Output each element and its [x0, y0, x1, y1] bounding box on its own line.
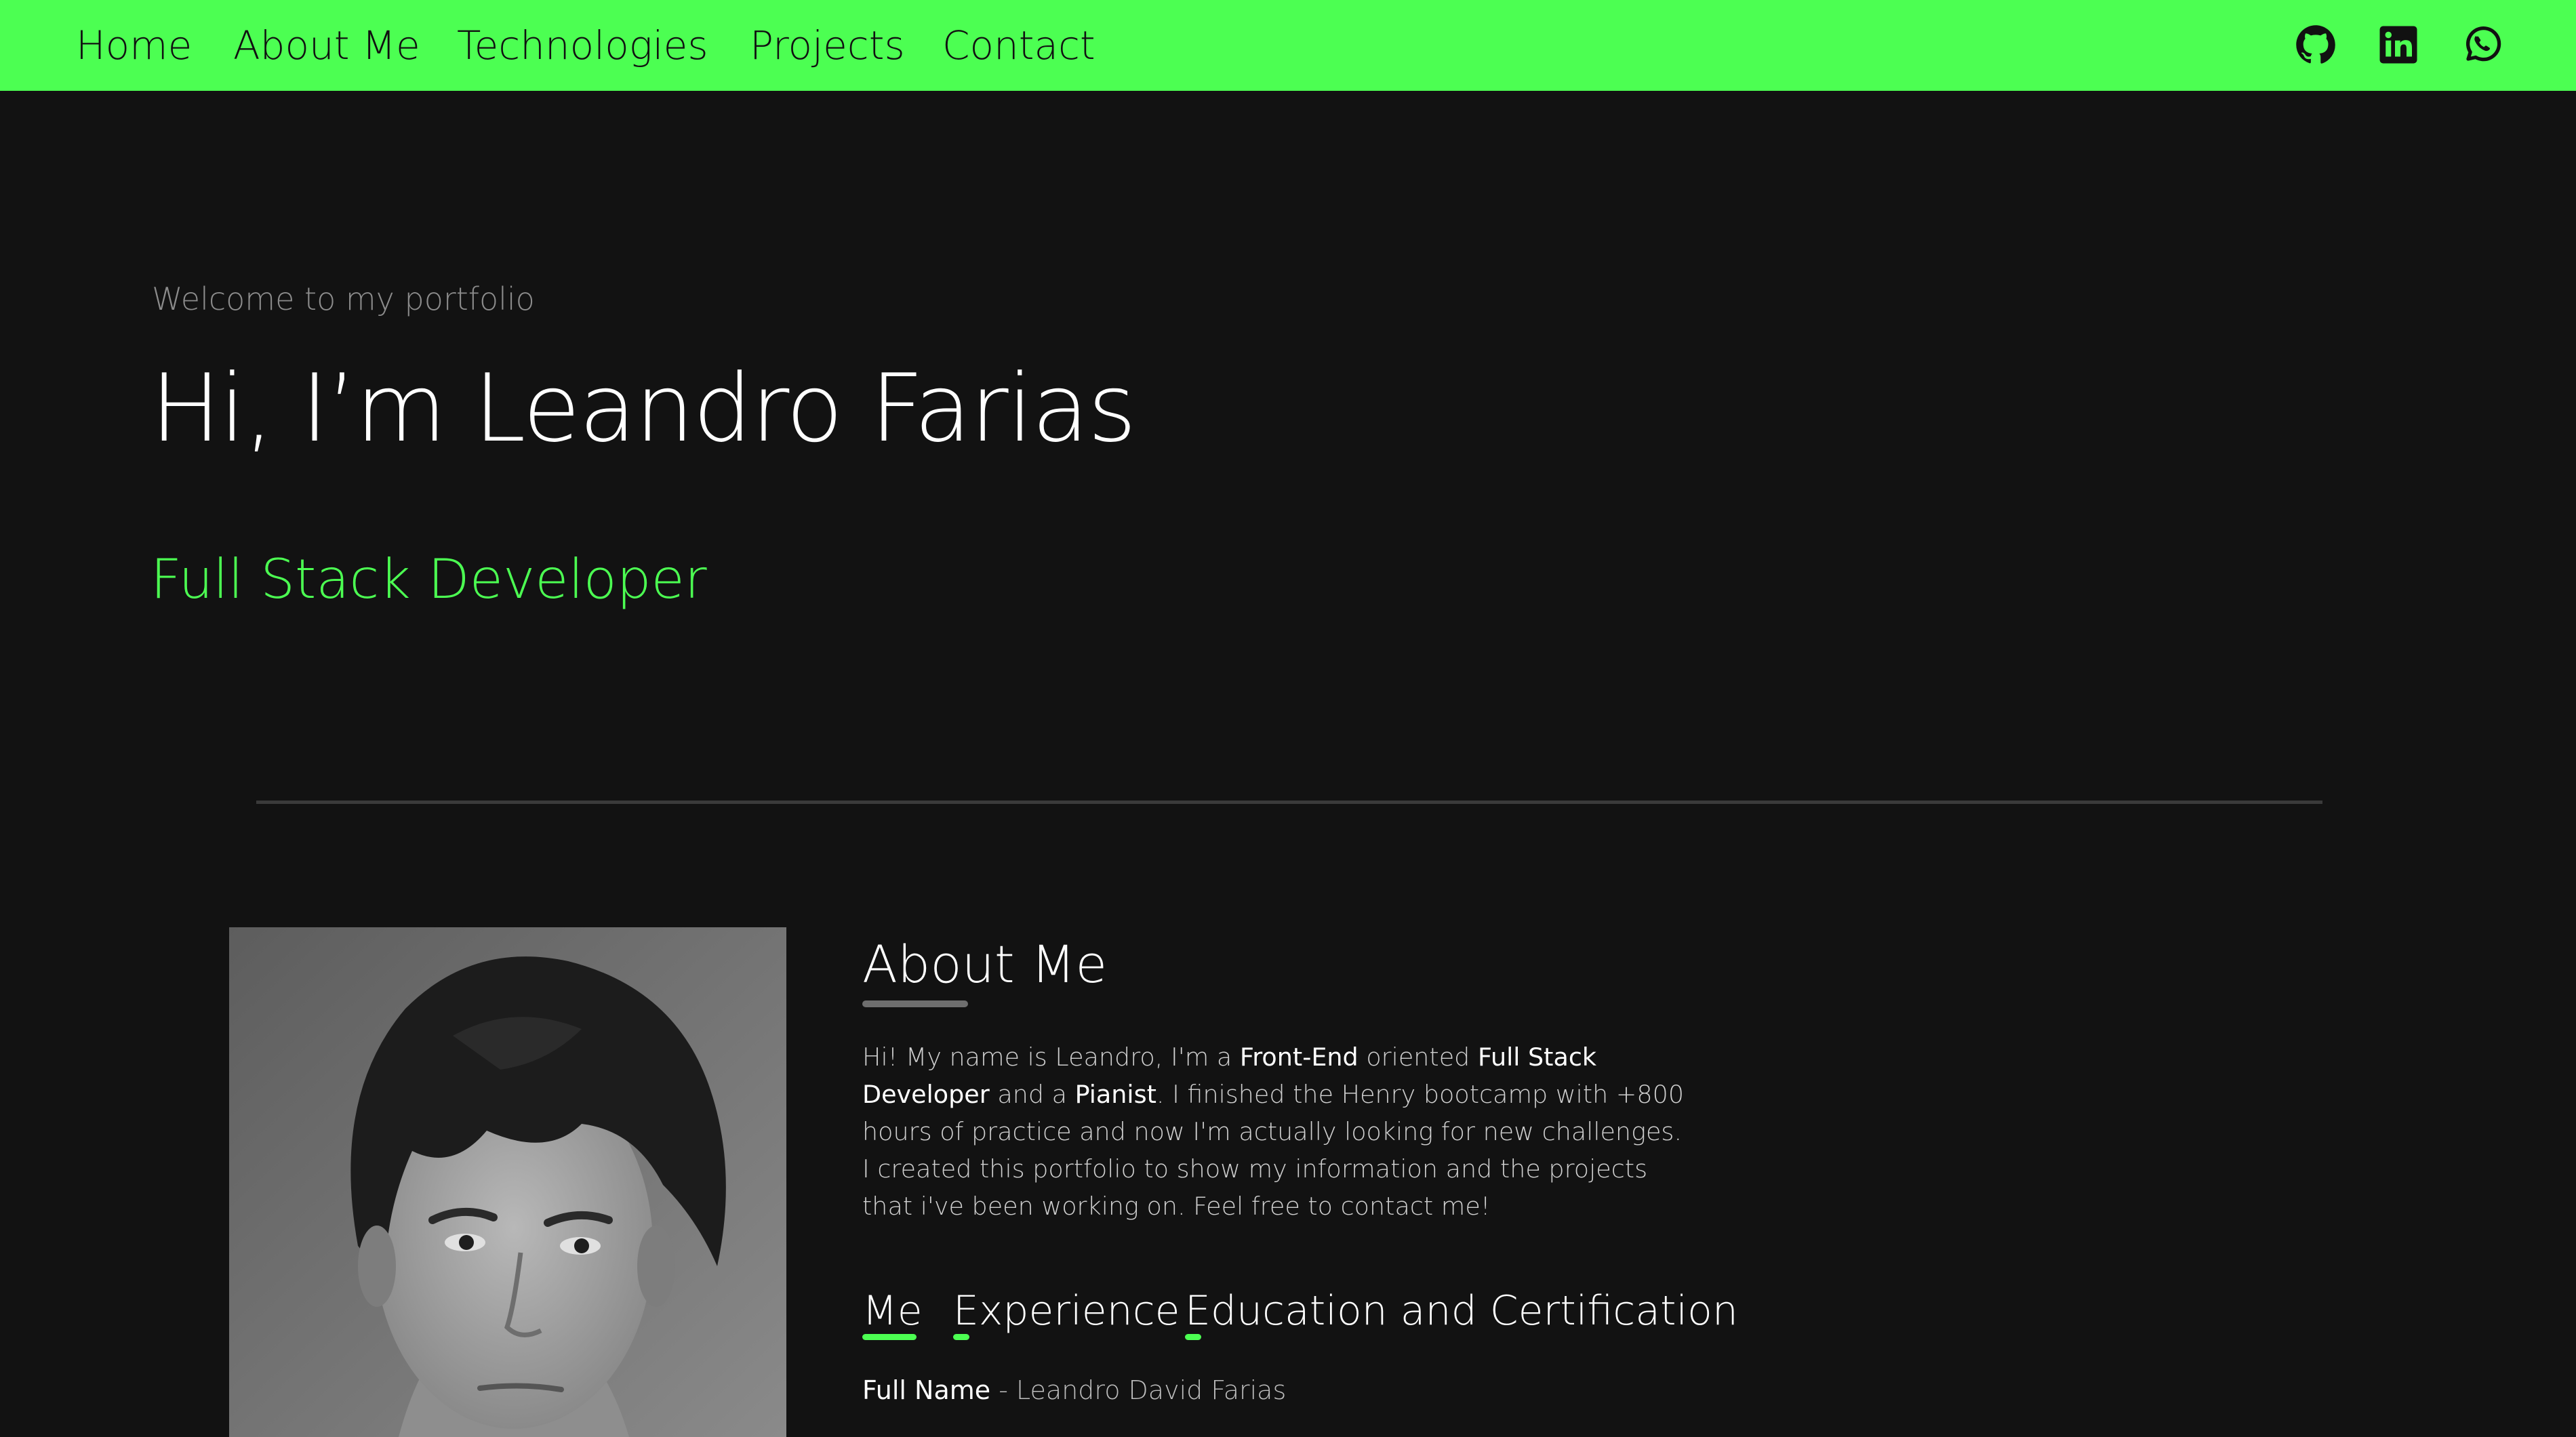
whatsapp-icon[interactable]	[2462, 24, 2503, 65]
nav-link-projects[interactable]: Projects	[750, 16, 905, 75]
hero-title: Hi, I’m Leandro Farias	[150, 354, 1137, 463]
tab-education-certification[interactable]: Education and Certification	[1185, 1284, 1738, 1338]
tab-experience[interactable]: Experience	[953, 1284, 1180, 1338]
nav-link-technologies[interactable]: Technologies	[457, 16, 708, 75]
profile-photo	[229, 927, 786, 1437]
navbar: Home About Me Technologies Projects Cont…	[0, 0, 2576, 91]
tab-experience-indicator	[953, 1334, 969, 1340]
tab-education-indicator	[1185, 1334, 1201, 1340]
tab-me-active-indicator	[862, 1334, 917, 1340]
about-title: About Me	[862, 934, 1108, 994]
detail-full-name: Full Name - Leandro David Farias	[862, 1375, 1287, 1405]
linkedin-icon[interactable]	[2378, 24, 2419, 65]
section-divider	[256, 801, 2322, 804]
nav-link-home[interactable]: Home	[76, 16, 192, 75]
nav-link-about-me[interactable]: About Me	[233, 16, 420, 75]
tab-me[interactable]: Me	[862, 1284, 923, 1338]
welcome-text: Welcome to my portfolio	[152, 281, 535, 317]
about-title-underline	[862, 1000, 968, 1007]
github-icon[interactable]	[2295, 24, 2336, 65]
nav-link-contact[interactable]: Contact	[942, 16, 1095, 75]
about-paragraph: Hi! My name is Leandro, I'm a Front-End …	[862, 1043, 1685, 1221]
hero-role: Full Stack Developer	[150, 548, 707, 611]
